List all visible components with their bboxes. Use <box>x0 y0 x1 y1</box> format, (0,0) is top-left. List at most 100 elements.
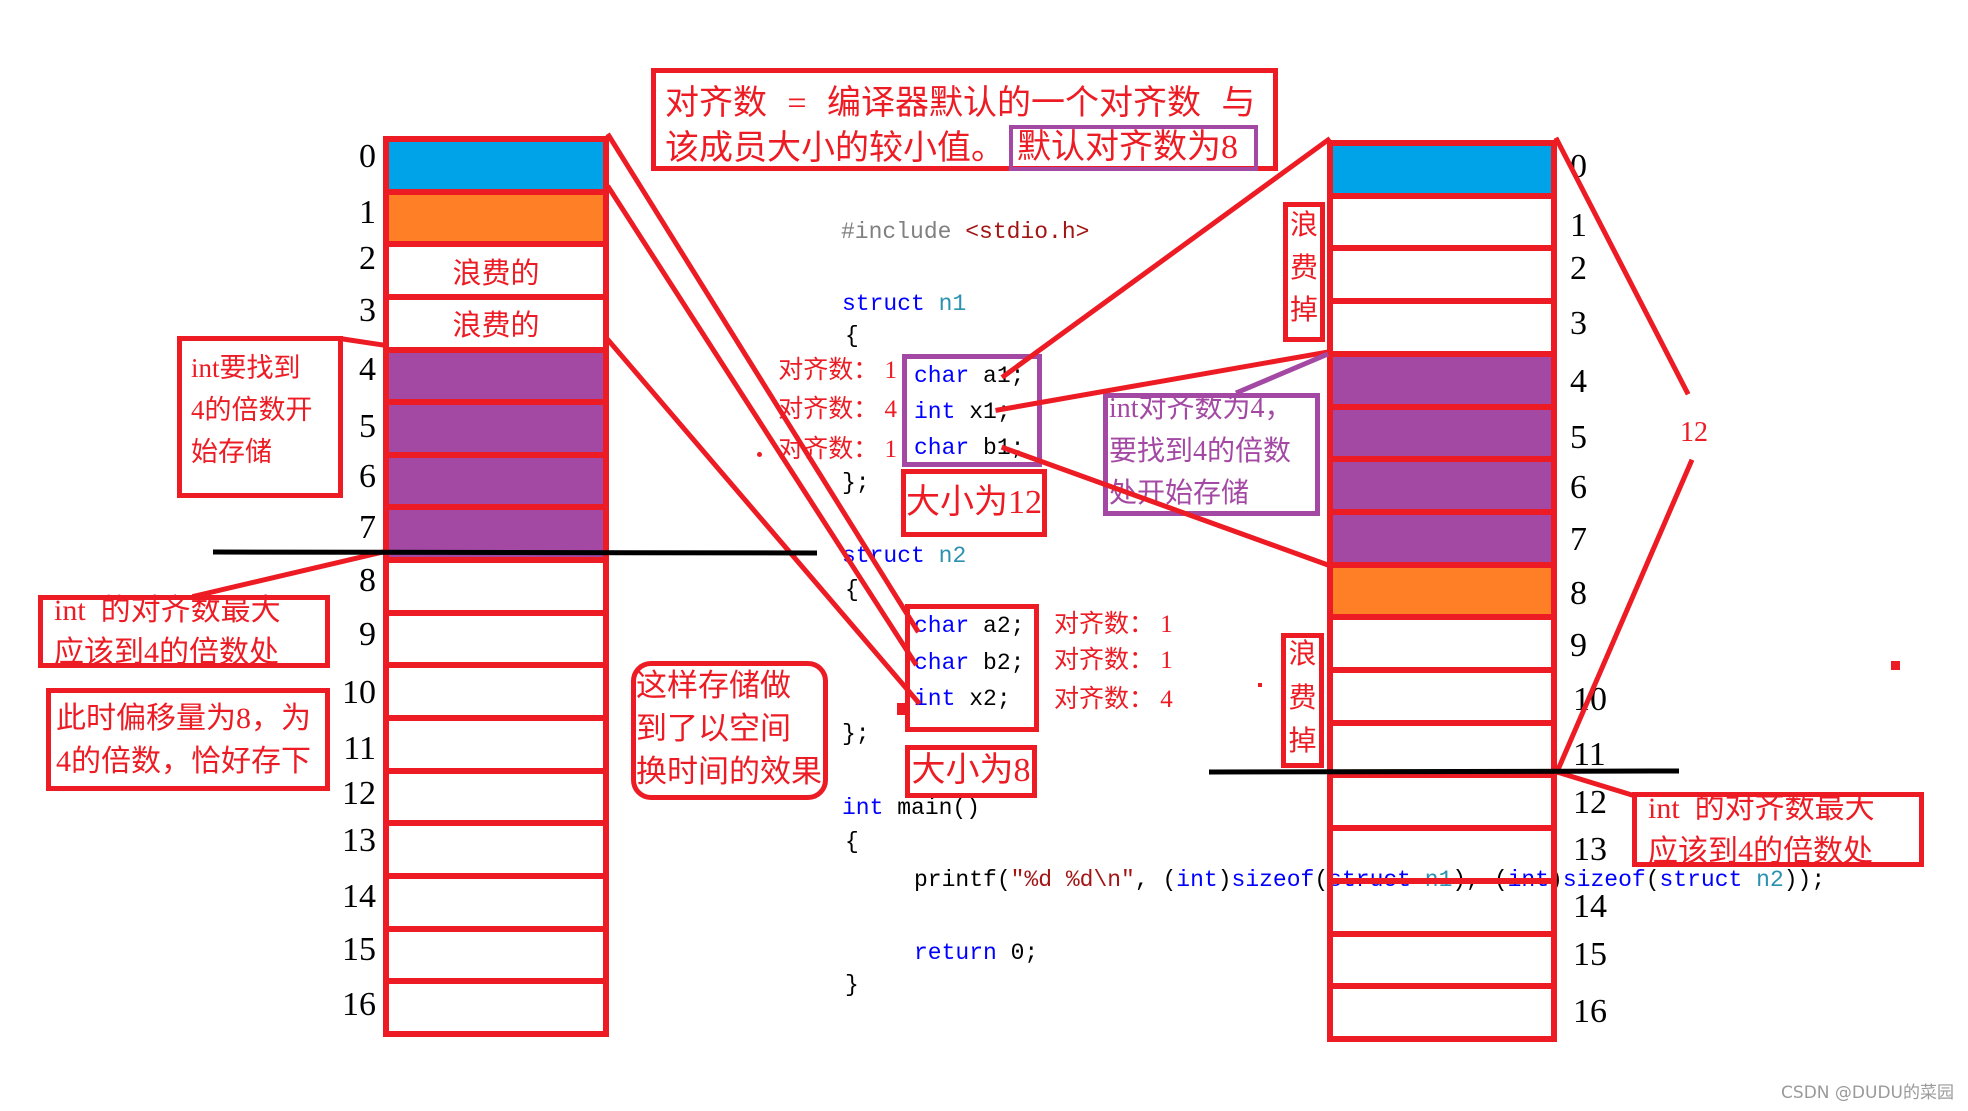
code-token-plain: , ( <box>1134 867 1177 893</box>
code-token-plain: { <box>845 323 859 349</box>
int-alignment-note-line: 处开始存储 <box>1109 478 1250 509</box>
wasted-padding-char: 掉 <box>1289 295 1318 326</box>
offset-label: 1 <box>359 194 376 231</box>
offset-label: 9 <box>1570 627 1587 664</box>
offset-label: 15 <box>1573 936 1607 973</box>
int-alignment-note-line: int对齐数为4， <box>1109 393 1293 424</box>
code-token-string: "%d %d\n" <box>1010 867 1135 893</box>
connector-int-alignment-note <box>1235 351 1329 396</box>
wasted-padding-char: 浪 <box>1289 210 1318 241</box>
offset-label: 14 <box>342 878 376 915</box>
memory-cell-12 <box>1333 772 1551 825</box>
offset-label: 13 <box>1573 831 1607 868</box>
memory-cell-9 <box>1333 614 1551 667</box>
code-token-plain: ) <box>1217 867 1232 893</box>
connector-a1-to-right-row0 <box>1000 136 1332 380</box>
memory-cell-12 <box>389 767 603 821</box>
space-for-time-line: 这样存储做 <box>636 668 791 703</box>
int-max-alignment-line: int 的对齐数最大 <box>54 594 281 627</box>
offset-label: 8 <box>1570 575 1587 612</box>
memory-cell-10 <box>1333 667 1551 720</box>
diagram-canvas: #include <stdio.h> struct n1 { char a1; … <box>0 0 1968 1111</box>
default-alignment-highlight: 默认对齐数为8 <box>1017 129 1238 166</box>
alignment-definition-line1: 对齐数 = 编译器默认的一个对齐数 与 <box>665 85 1256 122</box>
offset-label: 7 <box>359 509 376 546</box>
cell-note: 浪费的 <box>452 257 540 290</box>
code-line-struct-n1: struct n1 <box>842 289 966 319</box>
code-token-preprocessor: #include <box>841 219 966 245</box>
stray-mark <box>897 703 906 715</box>
offset-label: 16 <box>1573 993 1607 1030</box>
int-max-alignment-line: 应该到4的倍数处 <box>54 636 279 669</box>
code-token-plain: { <box>845 577 859 603</box>
memory-cell-8 <box>389 557 603 610</box>
space-for-time-line: 换时间的效果 <box>636 754 822 789</box>
memory-cell-7 <box>389 504 603 558</box>
n1-size-label: 大小为12 <box>906 484 1042 521</box>
brace-lower-arm <box>1553 458 1695 776</box>
memory-cell-15 <box>389 925 603 979</box>
memory-cell-8 <box>1333 561 1551 615</box>
offset-label: 3 <box>1570 305 1587 342</box>
stray-mark <box>1258 683 1262 687</box>
memory-cell-10 <box>389 662 603 715</box>
code-token-plain: { <box>845 829 859 855</box>
memory-cell-16 <box>1333 983 1551 1036</box>
connector-int-find-box <box>340 336 386 348</box>
code-token-keyword: int <box>1176 867 1218 893</box>
code-line-open-brace: { <box>845 827 859 857</box>
code-line-close-brace: }; <box>842 468 870 498</box>
code-token-plain: 0; <box>996 940 1039 966</box>
code-token-plain: }; <box>842 470 870 496</box>
n2-size-label: 大小为8 <box>911 752 1031 789</box>
offset-label: 2 <box>359 240 376 277</box>
code-line-struct-n2: struct n2 <box>842 541 966 571</box>
memory-cell-0 <box>1333 146 1551 193</box>
memory-cell-14 <box>389 872 603 926</box>
code-token-plain: printf( <box>914 867 1011 893</box>
code-token-plain: main() <box>883 795 981 821</box>
wasted-padding-char: 掉 <box>1288 726 1317 757</box>
int-max-alignment-line: 应该到4的倍数处 <box>1648 835 1873 868</box>
offset-label: 0 <box>1570 148 1587 185</box>
offset-label: 3 <box>359 292 376 329</box>
memory-cell-4 <box>1333 350 1551 404</box>
int-find-multiple-line: 4的倍数开 <box>191 395 313 425</box>
memory-cell-3 <box>1333 298 1551 351</box>
memory-layout-n1 <box>1327 140 1557 1042</box>
offset-label: 4 <box>1570 363 1587 400</box>
alignment-definition-line2: 该成员大小的较小值。 <box>665 130 1005 167</box>
offset-label: 10 <box>1573 681 1607 718</box>
memory-layout-n2: 浪费的 浪费的 <box>383 136 609 1037</box>
code-token-string: <stdio.h> <box>965 219 1090 245</box>
memory-cell-5 <box>1333 403 1551 457</box>
code-token-keyword: return <box>914 940 997 966</box>
int-find-multiple-line: int要找到 <box>191 353 301 383</box>
int-max-alignment-line: int 的对齐数最大 <box>1648 792 1875 825</box>
memory-cell-7 <box>1333 508 1551 562</box>
offset-label: 13 <box>342 822 376 859</box>
offset-label: 6 <box>1570 469 1587 506</box>
code-token-type: n1 <box>938 291 967 317</box>
offset-label: 0 <box>359 138 376 175</box>
total-size-label: 12 <box>1680 417 1708 448</box>
offset-label: 15 <box>342 931 376 968</box>
n2-members-box <box>905 604 1039 732</box>
offset-label: 7 <box>1570 521 1587 558</box>
offset-label: 14 <box>1573 888 1607 925</box>
memory-cell-14 <box>1333 877 1551 931</box>
memory-cell-2: 浪费的 <box>389 241 603 294</box>
memory-cell-3: 浪费的 <box>389 293 603 347</box>
memory-cell-6 <box>389 451 603 505</box>
memory-cell-0 <box>389 142 603 189</box>
offset-note-line: 此时偏移量为8，为 <box>56 702 311 735</box>
offset-label: 2 <box>1570 250 1587 287</box>
code-token-keyword: int <box>842 795 884 821</box>
memory-cell-9 <box>389 609 603 663</box>
offset-label: 16 <box>342 986 376 1023</box>
code-line-include: #include <stdio.h> <box>841 217 1089 247</box>
memory-cell-4 <box>389 346 603 400</box>
memory-cell-13 <box>1333 825 1551 878</box>
stray-mark <box>1891 661 1900 670</box>
